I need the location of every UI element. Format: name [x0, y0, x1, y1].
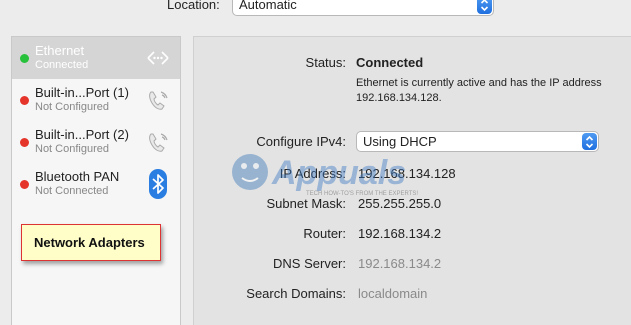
- location-select[interactable]: Automatic: [232, 0, 494, 16]
- service-name: Built-in...Port (2): [35, 127, 129, 142]
- location-label: Location:: [167, 0, 220, 12]
- dns-server-label: DNS Server:: [273, 256, 346, 271]
- dns-server-value: 192.168.134.2: [358, 256, 442, 271]
- status-dot-connected: [20, 54, 29, 63]
- service-item-bluetooth-pan[interactable]: Bluetooth PAN Not Connected: [12, 163, 180, 205]
- location-row: Location: Automatic: [0, 0, 631, 20]
- location-value: Automatic: [239, 0, 297, 12]
- status-description: Ethernet is currently active and has the…: [356, 77, 602, 104]
- phone-icon: [142, 84, 174, 116]
- status-dot-disconnected: [20, 180, 29, 189]
- service-name: Bluetooth PAN: [35, 169, 120, 184]
- network-adapters-callout: Network Adapters: [21, 224, 161, 261]
- status-label: Status:: [305, 55, 346, 70]
- status-dot-disconnected: [20, 138, 29, 147]
- service-list[interactable]: Ethernet Connected Built-in...Port (1) N…: [11, 36, 181, 325]
- service-name: Built-in...Port (1): [35, 85, 129, 100]
- service-status: Not Configured: [35, 101, 109, 113]
- ethernet-arrows-icon: [142, 42, 174, 74]
- svg-text:Appuals: Appuals: [271, 154, 406, 192]
- status-dot-disconnected: [20, 96, 29, 105]
- phone-icon: [142, 126, 174, 158]
- watermark-logo: Appuals TECH HOW-TO'S FROM THE EXPERTS!: [228, 142, 418, 212]
- search-domains-value: localdomain: [358, 286, 428, 301]
- bluetooth-icon: [142, 168, 174, 200]
- service-status: Not Configured: [35, 143, 109, 155]
- service-status: Not Connected: [35, 185, 109, 197]
- service-item-ethernet[interactable]: Ethernet Connected: [12, 37, 180, 79]
- service-status: Connected: [35, 59, 89, 71]
- router-value: 192.168.134.2: [358, 226, 442, 241]
- service-item-builtin-port-2[interactable]: Built-in...Port (2) Not Configured: [12, 121, 180, 163]
- router-label: Router:: [303, 226, 346, 241]
- service-name: Ethernet: [35, 43, 85, 58]
- search-domains-label: Search Domains:: [246, 286, 346, 301]
- select-stepper-icon: [582, 133, 597, 150]
- status-value: Connected: [356, 55, 424, 70]
- select-stepper-icon: [477, 0, 492, 14]
- svg-text:TECH HOW-TO'S FROM THE EXPERTS: TECH HOW-TO'S FROM THE EXPERTS!: [306, 191, 418, 197]
- service-item-builtin-port-1[interactable]: Built-in...Port (1) Not Configured: [12, 79, 180, 121]
